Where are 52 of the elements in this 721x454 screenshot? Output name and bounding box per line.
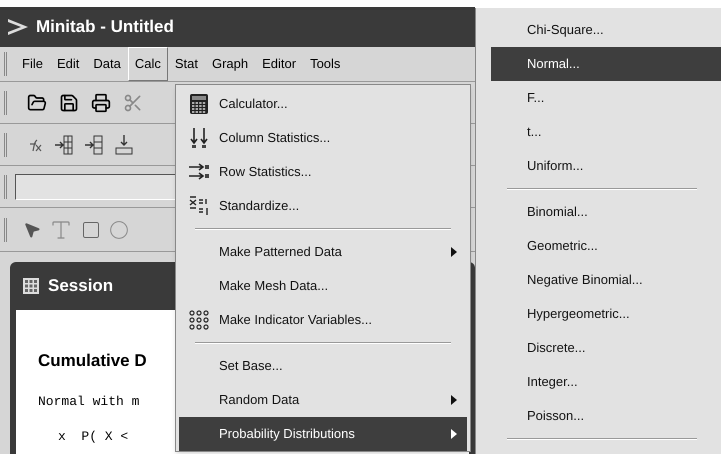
move-columns-icon[interactable] (115, 134, 133, 154)
submenu-arrow-icon (451, 429, 457, 439)
printer-icon[interactable] (91, 92, 111, 112)
menu-title[interactable]: File (15, 47, 50, 81)
menu-title[interactable]: Data (86, 47, 128, 81)
menu-title[interactable]: Editor (255, 47, 304, 81)
insert-rows-icon[interactable] (55, 134, 73, 154)
menu-title[interactable]: Stat (168, 47, 205, 81)
calculator-icon (188, 93, 210, 115)
menu-item[interactable]: Column Statistics... (179, 121, 467, 155)
menu-item[interactable]: Make Patterned Data (179, 235, 467, 269)
submenu-arrow-icon (451, 395, 457, 405)
menu-item[interactable]: Negative Binomial... (491, 263, 721, 297)
menu-item[interactable]: Standardize... (179, 189, 467, 223)
menu-item[interactable]: Hypergeometric... (491, 297, 721, 331)
menu-item[interactable]: Geometric... (491, 229, 721, 263)
menu-item[interactable]: F... (491, 81, 721, 115)
menu-item[interactable]: Random Data (179, 383, 467, 417)
menu-item[interactable]: Make Indicator Variables... (179, 303, 467, 337)
menu-item[interactable]: Row Statistics... (179, 155, 467, 189)
menu-item[interactable]: Discrete... (491, 331, 721, 365)
session-title: Session (48, 275, 114, 298)
output-heading: Cumulative D (38, 350, 147, 372)
output-line: x P( X < (57, 428, 128, 446)
insert-columns-icon[interactable] (85, 134, 103, 154)
window-title: Minitab - Untitled (36, 16, 174, 38)
function-icon[interactable] (27, 138, 43, 152)
menu-title[interactable]: Edit (50, 47, 86, 81)
menu-title[interactable]: Tools (303, 47, 348, 81)
menu-item[interactable]: t... (491, 115, 721, 149)
menu-title[interactable]: Graph (204, 47, 256, 81)
save-icon[interactable] (59, 92, 79, 112)
pointer-icon[interactable] (23, 220, 41, 238)
output-line: Normal with m (38, 392, 140, 410)
menu-item[interactable]: Poisson... (491, 399, 721, 433)
menu-item[interactable]: Chi-Square... (491, 13, 721, 47)
session-icon (22, 277, 40, 295)
rectangle-tool-icon[interactable] (81, 220, 101, 240)
menu-item[interactable]: Integer... (491, 365, 721, 399)
submenu-arrow-icon (451, 247, 457, 257)
menu-item[interactable]: Uniform... (491, 149, 721, 183)
menu-item[interactable]: Set Base... (179, 349, 467, 383)
menu-item[interactable]: Normal... (491, 47, 721, 81)
menu-item[interactable]: Binomial... (491, 195, 721, 229)
menu-item[interactable]: Calculator... (179, 87, 467, 121)
standardize-icon (188, 195, 210, 217)
menu-item[interactable]: Make Mesh Data... (179, 269, 467, 303)
column-arrows-icon (188, 127, 210, 149)
open-folder-icon[interactable] (27, 92, 47, 112)
menu-title[interactable]: Calc (128, 47, 168, 81)
dots-grid-icon (188, 309, 210, 331)
menu-item[interactable]: Probability Distributions (179, 417, 467, 451)
